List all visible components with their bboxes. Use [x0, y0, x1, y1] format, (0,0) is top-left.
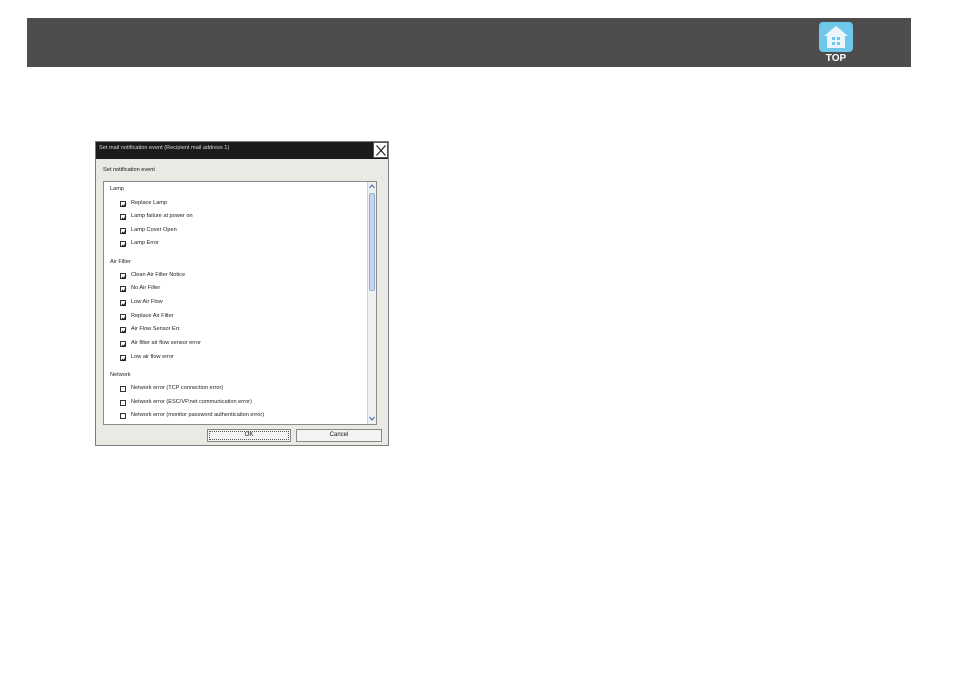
event-label: Replace Lamp — [131, 200, 168, 206]
checkbox[interactable] — [120, 314, 127, 321]
checkbox[interactable] — [120, 413, 126, 419]
category-air-filter: Air Filter — [110, 259, 131, 265]
checkbox[interactable] — [120, 241, 127, 248]
category-lamp: Lamp — [110, 186, 124, 192]
top-link[interactable]: TOP — [817, 22, 855, 66]
checkbox[interactable] — [120, 341, 127, 348]
scroll-down-arrow[interactable] — [368, 414, 376, 423]
mail-notification-dialog: Set mail notification event (Recipient m… — [95, 141, 389, 446]
scroll-up-arrow[interactable] — [368, 182, 376, 191]
event-label: Network error (ESC/VP.net communication … — [131, 399, 252, 405]
checkbox[interactable] — [120, 214, 127, 221]
event-label: Air Flow Sensor Err. — [131, 326, 181, 332]
home-icon — [819, 22, 853, 52]
event-label: No Air Filter — [131, 285, 161, 291]
event-label: Clean Air Filter Notice — [131, 272, 186, 278]
event-label: Replace Air Filter — [131, 313, 174, 319]
event-list: Lamp Replace Lamp Lamp failure at power … — [103, 181, 377, 425]
header-bar — [27, 18, 911, 67]
group-caption: Set notification event — [103, 167, 155, 173]
cancel-button[interactable]: Cancel — [296, 429, 382, 442]
event-label: Network error (TCP connection error) — [131, 385, 224, 391]
chevron-down-icon — [369, 416, 375, 421]
checkbox[interactable] — [120, 400, 126, 406]
event-label: Low Air Flow — [131, 299, 163, 305]
checkbox[interactable] — [120, 201, 127, 208]
checkbox[interactable] — [120, 327, 127, 334]
close-icon — [376, 145, 386, 156]
dialog-titlebar: Set mail notification event (Recipient m… — [96, 142, 388, 159]
checkbox[interactable] — [120, 273, 127, 280]
top-label: TOP — [825, 53, 847, 64]
checkbox[interactable] — [120, 300, 127, 307]
event-label: Lamp Error — [131, 240, 159, 246]
event-label: Lamp Cover Open — [131, 227, 177, 233]
dialog-title: Set mail notification event (Recipient m… — [99, 145, 230, 151]
vertical-scrollbar[interactable] — [367, 182, 376, 424]
checkbox[interactable] — [120, 228, 127, 235]
close-button[interactable] — [373, 142, 388, 158]
checkbox[interactable] — [120, 386, 126, 392]
checkbox[interactable] — [120, 286, 127, 293]
checkbox[interactable] — [120, 355, 127, 362]
chevron-up-icon — [369, 184, 375, 189]
event-label: Low air flow error — [131, 354, 174, 360]
ok-button[interactable]: OK — [207, 429, 291, 442]
category-network: Network — [110, 372, 131, 378]
event-label: Air filter air flow sensor error — [131, 340, 201, 346]
scroll-thumb[interactable] — [369, 193, 375, 291]
event-label: Lamp failure at power on — [131, 213, 193, 219]
event-label: Network error (monitor password authenti… — [131, 412, 265, 418]
